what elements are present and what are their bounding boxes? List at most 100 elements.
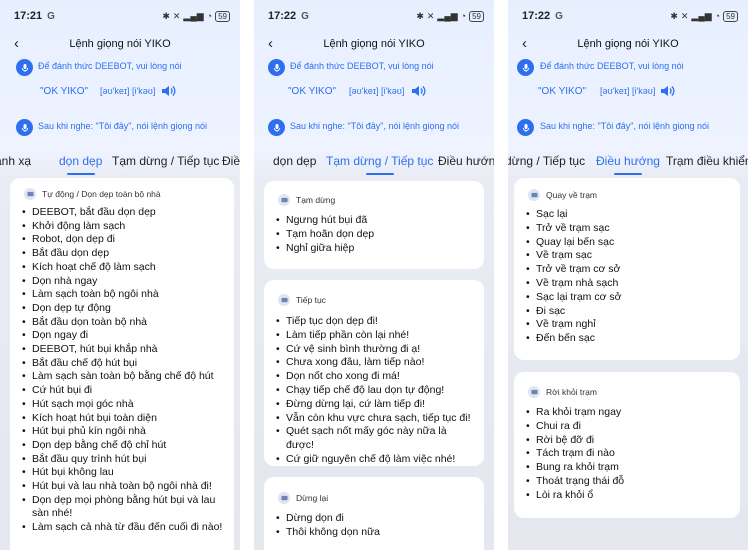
tab-navigation[interactable]: Điều hướng [438, 153, 494, 169]
status-icons: ✱ ✕ ▂▄▆ ◔ 59 [670, 10, 738, 22]
command-item: Dọn dẹp mọi phòng bằng hút bụi và lau sà… [22, 494, 226, 521]
command-item: Nghỉ giữa hiệp [276, 242, 476, 256]
wifi-icon: ◔ [460, 11, 467, 21]
command-item: Dọn nốt cho xong đi má! [276, 370, 476, 384]
speaker-icon[interactable] [659, 83, 675, 99]
command-item: Rời bệ đỡ đi [526, 434, 732, 448]
command-item: Dọn nhà ngay [22, 275, 226, 289]
status-icons: ✱ ✕ ▂▄▆ ◔ 59 [416, 10, 484, 22]
command-item: Sạc lại [526, 208, 732, 222]
microphone-icon [16, 119, 33, 136]
tab-bar: dừng / Tiếp tục Điều hướng Trạm điều khi… [508, 153, 748, 179]
google-icon: G [555, 10, 563, 22]
command-item: Về trạm sạc [526, 249, 732, 263]
chat-icon [24, 188, 36, 200]
wake-pronunciation: [əʊ'keɪ] [i'kəʊ] [100, 86, 156, 96]
wake-phrase: "OK YIKO" [288, 86, 337, 97]
chat-icon [278, 492, 290, 504]
command-list: Ra khỏi trạm ngayChui ra điRời bệ đỡ điT… [526, 406, 732, 503]
command-list: Dừng dọn điThôi không dọn nữa [276, 512, 476, 540]
command-item: Bắt đầu dọn toàn bộ nhà [22, 316, 226, 330]
card-title: Tạm dừng [296, 195, 336, 205]
tab-clean[interactable]: dọn dẹp [59, 153, 102, 175]
tab-navigation[interactable]: Điều hư [222, 153, 240, 169]
command-item: Trở về trạm sạc [526, 222, 732, 236]
speaker-icon[interactable] [410, 83, 426, 99]
tab-dock[interactable]: Trạm điều khiển [666, 153, 748, 169]
command-item: Trở về trạm cơ sở [526, 263, 732, 277]
microphone-icon [517, 119, 534, 136]
chat-icon [528, 189, 540, 201]
page-title: Lệnh giọng nói YIKO [577, 38, 679, 50]
return-card: Quay về trạm Sạc lạiTrở về trạm sạcQuay … [514, 178, 740, 360]
command-item: Làm tiếp phần còn lại nhé! [276, 329, 476, 343]
command-item: Khởi động làm sạch [22, 220, 226, 234]
command-item: Làm sạch sàn toàn bộ bằng chế độ hút [22, 370, 226, 384]
command-item: Tạm hoãn dọn dẹp [276, 228, 476, 242]
signal-icon: ▂▄▆ [183, 10, 204, 21]
command-item: Tiếp tục dọn dẹp đi! [276, 315, 476, 329]
command-list: Tiếp tục dọn dẹp đi!Làm tiếp phần còn lạ… [276, 315, 476, 467]
command-item: Vẫn còn khu vực chưa sạch, tiếp tục đi! [276, 412, 476, 426]
bluetooth-icon: ✱ [670, 10, 678, 21]
wake-instruction: Để đánh thức DEEBOT, vui lòng nói [38, 61, 182, 71]
command-item: Cứ giữ nguyên chế độ làm việc nhé! [276, 453, 476, 467]
command-item: Dọn dẹp bằng chế độ chỉ hút [22, 439, 226, 453]
mute-icon: ✕ [680, 10, 689, 21]
wake-pronunciation: [əʊ'keɪ] [i'kəʊ] [349, 86, 405, 96]
chat-icon [278, 194, 290, 206]
command-item: Chạy tiếp chế độ lau dọn tự động! [276, 384, 476, 398]
command-item: Về trạm nhà sạch [526, 277, 732, 291]
command-list: Sạc lạiTrở về trạm sạcQuay lại bến sạcVề… [526, 208, 732, 346]
tab-bar: dọn dẹp Tạm dừng / Tiếp tục Điều hướng [254, 153, 494, 179]
microphone-icon [268, 119, 285, 136]
command-item: Quay lại bến sạc [526, 236, 732, 250]
command-item: Hút bụi phủ kín ngôi nhà [22, 425, 226, 439]
speaker-icon[interactable] [160, 83, 176, 99]
tab-pause[interactable]: dừng / Tiếp tục [508, 153, 585, 169]
status-time: 17:22 [268, 10, 297, 22]
card-title: Quay về trạm [546, 190, 598, 200]
battery-icon: 59 [469, 10, 484, 22]
command-item: Cứ vệ sinh bình thường đi ạ! [276, 343, 476, 357]
battery-icon: 59 [723, 10, 738, 22]
command-item: DEEBOT, bắt đầu dọn dẹp [22, 206, 226, 220]
command-item: Hút sạch mọi góc nhà [22, 398, 226, 412]
after-instruction: Sau khi nghe: "Tôi đây", nói lệnh giọng … [540, 121, 710, 131]
leave-card: Rời khỏi trạm Ra khỏi trạm ngayChui ra đ… [514, 372, 740, 518]
command-item: Ra khỏi trạm ngay [526, 406, 732, 420]
command-item: Bắt đầu dọn dẹp [22, 247, 226, 261]
status-time: 17:21 [14, 10, 43, 22]
mute-icon: ✕ [172, 10, 181, 21]
resume-card: Tiếp tục Tiếp tục dọn dẹp đi!Làm tiếp ph… [264, 280, 484, 467]
mute-icon: ✕ [426, 10, 435, 21]
signal-icon: ▂▄▆ [437, 10, 458, 21]
command-item: Chui ra đi [526, 420, 732, 434]
tab-pause[interactable]: Tạm dừng / Tiếp tục [326, 153, 433, 175]
tab-clean[interactable]: dọn dẹp [273, 153, 316, 169]
command-item: Đến bến sạc [526, 332, 732, 346]
command-item: Làm sạch cả nhà từ đầu đến cuối đi nào! [22, 521, 226, 535]
tab-navigation[interactable]: Điều hướng [596, 153, 660, 175]
command-list: Ngưng hút bụi đãTạm hoãn dọn dẹpNghỉ giữ… [276, 214, 476, 255]
status-icons: ✱ ✕ ▂▄▆ ◔ 59 [162, 10, 230, 22]
after-instruction: Sau khi nghe: "Tôi đây", nói lệnh giọng … [290, 121, 460, 131]
command-item: Cứ hút bụi đi [22, 384, 226, 398]
command-item: Chưa xong đâu, làm tiếp nào! [276, 356, 476, 370]
command-item: Hút bụi và lau nhà toàn bộ ngôi nhà đi! [22, 480, 226, 494]
wake-phrase: "OK YIKO" [538, 86, 587, 97]
wifi-icon: ◔ [714, 11, 721, 21]
command-item: Dọn ngay đi [22, 329, 226, 343]
status-bar: 17:22 G ✱ ✕ ▂▄▆ ◔ 59 [268, 9, 484, 23]
command-item: Về trạm nghỉ [526, 318, 732, 332]
signal-icon: ▂▄▆ [691, 10, 712, 21]
tab-mapping[interactable]: ành xạ [0, 153, 31, 169]
command-item: Bung ra khỏi trạm [526, 461, 732, 475]
command-item: Ngưng hút bụi đã [276, 214, 476, 228]
command-item: Dọn dẹp tự động [22, 302, 226, 316]
tab-pause[interactable]: Tạm dừng / Tiếp tục [112, 153, 219, 169]
stop-card: Dừng lại Dừng dọn điThôi không dọn nữa [264, 477, 484, 550]
command-item: Thôi không dọn nữa [276, 526, 476, 540]
google-icon: G [301, 10, 309, 22]
card-title: Dừng lại [296, 493, 329, 503]
